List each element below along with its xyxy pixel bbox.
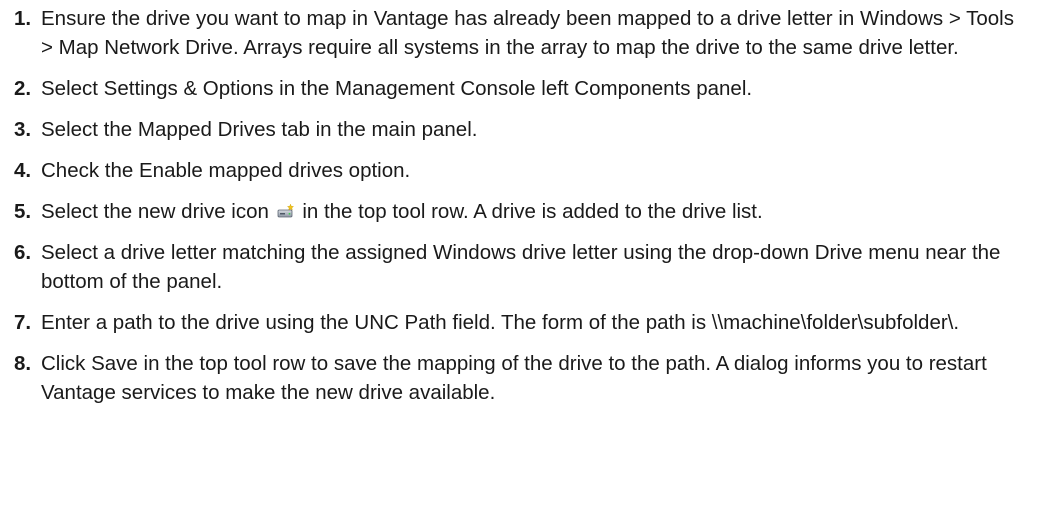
step-number: 4.	[14, 159, 32, 182]
step-8: 8. Click Save in the top tool row to sav…	[14, 349, 1044, 407]
new-drive-icon	[277, 200, 295, 218]
step-number: 7.	[14, 311, 32, 334]
step-text: Enter a path to the drive using the UNC …	[41, 311, 960, 334]
step-3: 3. Select the Mapped Drives tab in the m…	[14, 115, 1044, 144]
step-number: 1.	[14, 7, 32, 30]
step-2: 2. Select Settings & Options in the Mana…	[14, 74, 1044, 103]
step-text-before-icon: Select the new drive icon	[41, 200, 269, 223]
step-text: Ensure the drive you want to map in Vant…	[41, 7, 1014, 59]
step-number: 6.	[14, 241, 32, 264]
step-number: 8.	[14, 352, 32, 375]
procedure-steps: 1. Ensure the drive you want to map in V…	[0, 0, 1058, 407]
step-text: Select the new drive icon in the top too	[41, 197, 1044, 226]
step-text: Select a drive letter matching the assig…	[41, 241, 1001, 293]
step-number: 3.	[14, 118, 32, 141]
step-text: Check the Enable mapped drives option.	[41, 159, 411, 182]
step-5: 5. Select the new drive icon in the top …	[14, 197, 1044, 226]
step-4: 4. Check the Enable mapped drives option…	[14, 156, 1044, 185]
step-text: Select Settings & Options in the Managem…	[41, 77, 753, 100]
step-text: Select the Mapped Drives tab in the main…	[41, 118, 478, 141]
step-text-after-icon: in the top tool row. A drive is added to…	[302, 200, 763, 223]
step-number: 2.	[14, 77, 32, 100]
step-1: 1. Ensure the drive you want to map in V…	[14, 4, 1044, 62]
step-number: 5.	[14, 200, 32, 223]
step-7: 7. Enter a path to the drive using the U…	[14, 308, 1044, 337]
step-6: 6. Select a drive letter matching the as…	[14, 238, 1044, 296]
step-text: Click Save in the top tool row to save t…	[41, 352, 987, 404]
